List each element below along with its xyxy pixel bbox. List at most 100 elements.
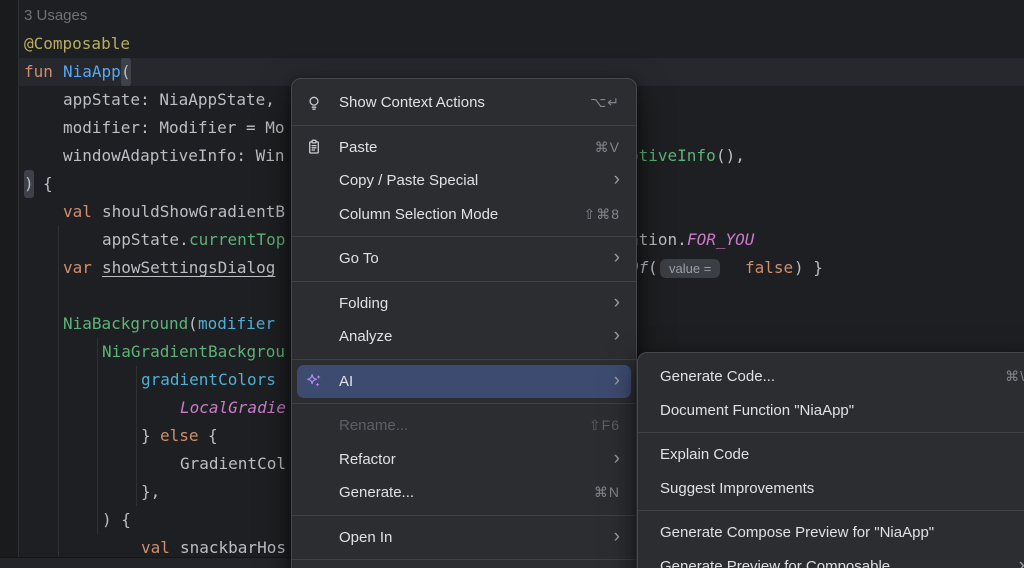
keyword-val: val	[63, 198, 92, 226]
menu-shortcut: ⇧F6	[589, 417, 620, 434]
menu-item-refactor[interactable]: Refactor›	[292, 443, 636, 477]
menu-separator	[638, 510, 1024, 511]
menu-item-column-selection-mode[interactable]: Column Selection Mode ⇧⌘8	[292, 198, 636, 232]
code-text: ) }	[794, 254, 823, 282]
menu-item-paste[interactable]: Paste ⌘V	[292, 131, 636, 165]
named-arg: gradientColors	[141, 366, 276, 394]
menu-item-label: Analyze	[339, 328, 392, 345]
code-text: },	[141, 478, 160, 506]
menu-item-label: Go To	[339, 250, 379, 267]
code-text: appState: NiaAppState,	[63, 86, 275, 114]
ide-screen: 3 Usages@ComposablefunNiaApp(appState: N…	[0, 0, 1024, 568]
menu-separator	[292, 281, 636, 282]
menu-item-ai[interactable]: AI ›	[297, 365, 631, 399]
menu-item-label: Document Function "NiaApp"	[660, 402, 854, 419]
keyword-var: var	[63, 254, 92, 282]
named-arg: modifier	[198, 310, 275, 338]
menu-item-label: Open In	[339, 529, 392, 546]
constant-for-you: FOR_YOU	[687, 226, 754, 254]
code-text: {	[208, 422, 218, 450]
menu-separator	[638, 432, 1024, 433]
chevron-right-icon: ›	[1019, 556, 1024, 568]
usages-inlay-hint: 3 Usages	[24, 2, 87, 30]
menu-item-label: Explain Code	[660, 446, 749, 463]
code-text: (	[188, 310, 198, 338]
clipboard-icon	[306, 139, 330, 155]
indent-guide	[97, 338, 98, 534]
ai-menu-item-explain-code[interactable]: Explain Code	[638, 438, 1024, 472]
chevron-right-icon: ›	[614, 248, 620, 267]
function-name: NiaApp	[63, 58, 121, 86]
chevron-right-icon: ›	[614, 449, 620, 468]
code-text: }	[141, 422, 151, 450]
ai-submenu: Generate Code... ⌘\ Document Function "Nia…	[637, 352, 1024, 568]
menu-item-label: Copy / Paste Special	[339, 172, 478, 189]
annotation-composable: @Composable	[24, 30, 130, 58]
code-text: currentTop	[189, 226, 285, 254]
context-menu: Show Context Actions ⌥↵ Paste ⌘V Copy / Past…	[291, 78, 637, 568]
menu-item-go-to[interactable]: Go To ›	[292, 242, 636, 276]
chevron-right-icon: ›	[614, 527, 620, 546]
menu-shortcut: ⌥↵	[590, 94, 620, 111]
menu-item-label: Folding	[339, 295, 388, 312]
menu-separator	[292, 236, 636, 237]
menu-item-label: Show Context Actions	[339, 94, 485, 111]
composable-call: NiaGradientBackgrou	[102, 338, 285, 366]
indent-guide	[58, 226, 59, 556]
code-text: ptiveInfo	[629, 142, 716, 170]
menu-item-label: Generate Compose Preview for "NiaApp"	[660, 524, 934, 541]
ai-menu-item-generate-code[interactable]: Generate Code... ⌘\	[638, 360, 1024, 394]
menu-shortcut: ⇧⌘8	[583, 206, 620, 223]
menu-separator	[292, 359, 636, 360]
code-text: (),	[716, 142, 745, 170]
chevron-right-icon: ›	[614, 371, 620, 390]
menu-item-label: Generate...	[339, 484, 414, 501]
menu-item-show-context-actions[interactable]: Show Context Actions ⌥↵	[292, 86, 636, 120]
menu-item-rename[interactable]: Rename... ⇧F6	[292, 409, 636, 443]
keyword-fun: fun	[24, 58, 53, 86]
code-text: GradientCol	[180, 450, 286, 478]
mutable-var: showSettingsDialog	[102, 254, 275, 282]
keyword-else: else	[160, 422, 199, 450]
code-text: (	[648, 254, 658, 282]
menu-item-label: Rename...	[339, 417, 408, 434]
menu-item-analyze[interactable]: Analyze›	[292, 320, 636, 354]
menu-shortcut: ⌘\	[1005, 368, 1024, 385]
matched-paren: )	[24, 170, 34, 198]
chevron-right-icon: ›	[614, 293, 620, 312]
editor-gutter	[0, 0, 19, 568]
ai-menu-item-document-function-niaapp[interactable]: Document Function "NiaApp"	[638, 394, 1024, 428]
menu-item-generate[interactable]: Generate... ⌘N	[292, 476, 636, 510]
menu-item-folding[interactable]: Folding ›	[292, 287, 636, 321]
matched-paren: (	[121, 58, 131, 86]
code-text: ation.	[629, 226, 687, 254]
code-text: appState.	[102, 226, 189, 254]
menu-item-open-in[interactable]: Open In ›	[292, 521, 636, 555]
ai-menu-item-suggest-improvements[interactable]: Suggest Improvements	[638, 472, 1024, 506]
code-text: modifier: Modifier = Mo	[63, 114, 285, 142]
menu-separator	[292, 559, 636, 560]
composition-local: LocalGradie	[180, 394, 286, 422]
menu-separator	[292, 403, 636, 404]
ai-menu-item-generate-compose-preview-for-niaapp[interactable]: Generate Compose Preview for "NiaApp"	[638, 516, 1024, 550]
menu-item-label: AI	[339, 373, 353, 390]
menu-item-copy-paste-special[interactable]: Copy / Paste Special ›	[292, 164, 636, 198]
menu-item-label: Column Selection Mode	[339, 206, 498, 223]
inlay-hint-pill: value =	[660, 259, 720, 278]
lightbulb-icon	[306, 95, 330, 111]
ai-menu-item-generate-preview-for-composable[interactable]: Generate Preview for Composable... ›	[638, 550, 1024, 568]
menu-item-label: Suggest Improvements	[660, 480, 814, 497]
menu-separator	[292, 515, 636, 516]
menu-separator	[292, 125, 636, 126]
chevron-right-icon: ›	[614, 170, 620, 189]
literal-false: false	[745, 254, 793, 282]
code-text: {	[43, 170, 53, 198]
indent-guide	[136, 366, 137, 506]
menu-item-label: Generate Code...	[660, 368, 775, 385]
menu-shortcut: ⌘N	[594, 484, 620, 501]
menu-item-label: Paste	[339, 139, 377, 156]
code-text: windowAdaptiveInfo: Win	[63, 142, 285, 170]
code-text: ) {	[102, 506, 131, 534]
menu-shortcut: ⌘V	[595, 139, 620, 156]
menu-item-label: Generate Preview for Composable...	[660, 558, 903, 568]
